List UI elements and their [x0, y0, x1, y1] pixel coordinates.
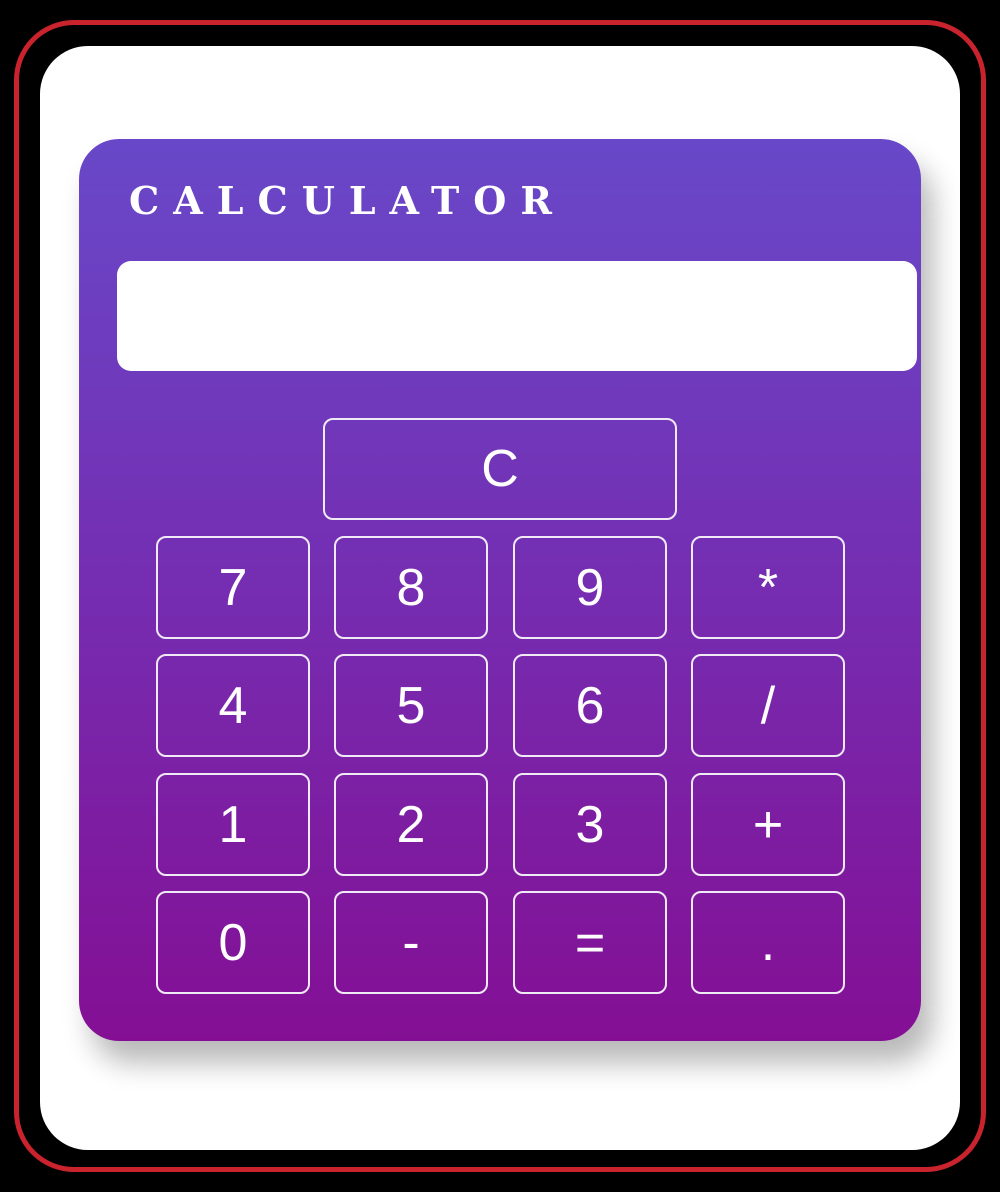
key-divide[interactable]: /	[691, 654, 845, 757]
key-0[interactable]: 0	[156, 891, 310, 994]
calculator-card: CALCULATOR C 7 8 9 * 4 5 6/ 1 2 3 +0- =.	[79, 139, 921, 1041]
calculator-title: CALCULATOR	[129, 178, 566, 223]
key-1[interactable]: 1	[156, 773, 310, 876]
key-6[interactable]: 6	[513, 654, 667, 757]
key-add[interactable]: +	[691, 773, 845, 876]
key-9[interactable]: 9	[513, 536, 667, 639]
key-8[interactable]: 8	[334, 536, 488, 639]
key-7[interactable]: 7	[156, 536, 310, 639]
key-2[interactable]: 2	[334, 773, 488, 876]
key-decimal[interactable]: .	[691, 891, 845, 994]
calculator-display[interactable]	[117, 261, 917, 371]
key-multiply[interactable]: *	[691, 536, 845, 639]
key-subtract[interactable]: -	[334, 891, 488, 994]
key-4[interactable]: 4	[156, 654, 310, 757]
key-3[interactable]: 3	[513, 773, 667, 876]
app-screen: CALCULATOR C 7 8 9 * 4 5 6/ 1 2 3 +0- =.	[40, 46, 960, 1150]
clear-button[interactable]: C	[323, 418, 677, 520]
key-equals[interactable]: =	[513, 891, 667, 994]
key-5[interactable]: 5	[334, 654, 488, 757]
